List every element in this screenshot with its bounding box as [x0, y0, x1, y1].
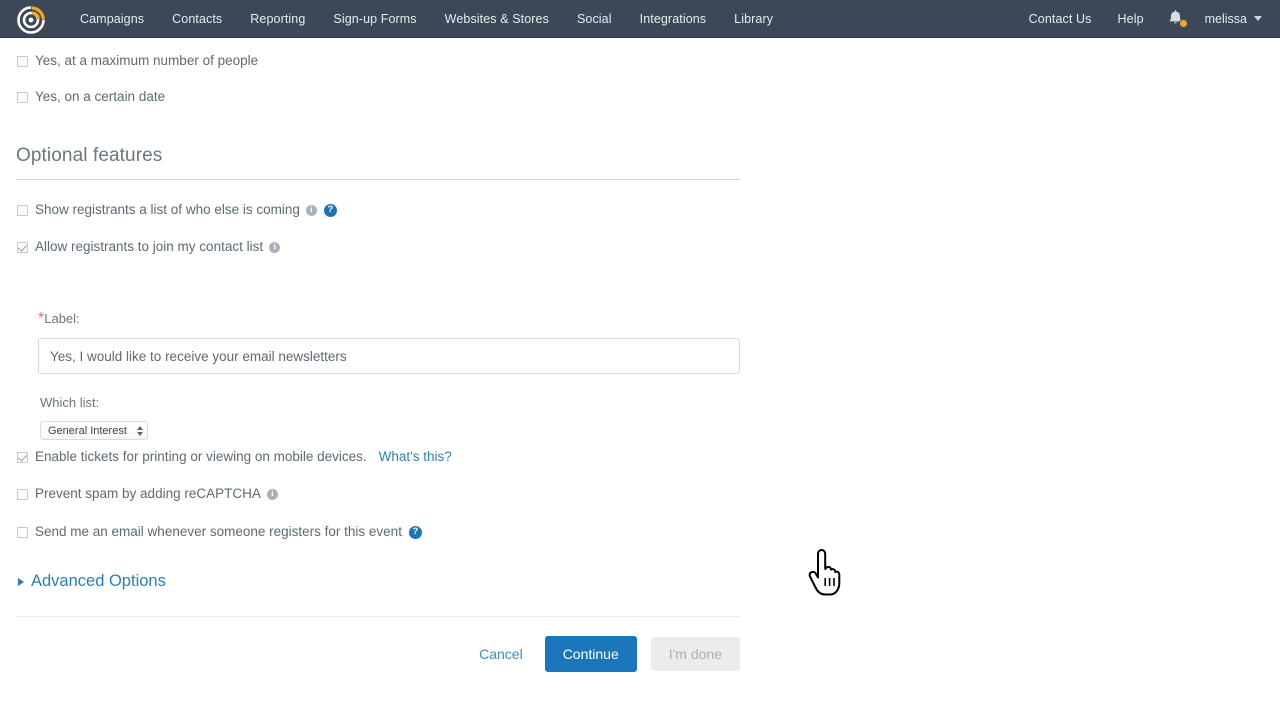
show-registrants-row: Show registrants a list of who else is c…	[17, 201, 337, 219]
info-icon[interactable]: i	[266, 488, 278, 500]
enable-tickets-checkbox[interactable]	[17, 451, 28, 463]
nav-item-integrations[interactable]: Integrations	[626, 0, 721, 38]
allow-join-contact-list-checkbox[interactable]	[17, 241, 28, 253]
option-certain-date-row: Yes, on a certain date	[17, 88, 165, 106]
nav-item-contacts[interactable]: Contacts	[158, 0, 236, 38]
notification-bell-icon[interactable]	[1163, 6, 1189, 32]
primary-nav-links: Campaigns Contacts Reporting Sign-up For…	[66, 0, 787, 38]
nav-item-social[interactable]: Social	[563, 0, 626, 38]
select-arrows-icon	[136, 425, 143, 436]
email-notification-checkbox[interactable]	[17, 526, 28, 538]
option-max-people-row: Yes, at a maximum number of people	[17, 52, 258, 70]
enable-tickets-row: Enable tickets for printing or viewing o…	[17, 448, 452, 466]
info-icon[interactable]: i	[305, 204, 317, 216]
im-done-button[interactable]: I'm done	[650, 637, 740, 671]
chevron-down-icon	[1254, 16, 1262, 21]
top-navigation-bar: Campaigns Contacts Reporting Sign-up For…	[0, 0, 1280, 38]
nav-item-library[interactable]: Library	[720, 0, 787, 38]
label-text-input[interactable]	[38, 338, 740, 374]
nav-item-campaigns[interactable]: Campaigns	[66, 0, 158, 38]
option-max-people-label[interactable]: Yes, at a maximum number of people	[35, 52, 258, 70]
nav-item-help[interactable]: Help	[1105, 0, 1157, 38]
event-registration-form-page: Yes, at a maximum number of people Yes, …	[0, 38, 1280, 720]
nav-item-reporting[interactable]: Reporting	[236, 0, 319, 38]
option-max-people-checkbox[interactable]	[17, 55, 28, 67]
label-field-caption: *Label:	[38, 310, 80, 328]
show-registrants-checkbox[interactable]	[17, 204, 28, 216]
info-icon[interactable]: i	[269, 241, 281, 253]
option-certain-date-label[interactable]: Yes, on a certain date	[35, 88, 165, 106]
enable-tickets-label[interactable]: Enable tickets for printing or viewing o…	[35, 448, 367, 466]
section-divider	[16, 179, 740, 180]
help-circle-icon[interactable]: ?	[323, 203, 337, 217]
recaptcha-checkbox[interactable]	[17, 488, 28, 500]
user-name: melissa	[1204, 11, 1247, 26]
cancel-button[interactable]: Cancel	[465, 638, 537, 670]
which-list-select[interactable]: General Interest	[40, 421, 148, 440]
help-circle-icon[interactable]: ?	[408, 525, 422, 539]
option-certain-date-checkbox[interactable]	[17, 91, 28, 103]
which-list-selected-value: General Interest	[48, 424, 127, 437]
constant-contact-logo-icon[interactable]	[14, 1, 50, 37]
advanced-options-toggle[interactable]: Advanced Options	[18, 572, 166, 591]
user-account-menu[interactable]: melissa	[1197, 12, 1268, 26]
whats-this-link[interactable]: What's this?	[379, 448, 452, 466]
advanced-options-label: Advanced Options	[31, 572, 166, 590]
nav-item-contact-us[interactable]: Contact Us	[1016, 0, 1105, 38]
allow-join-contact-list-row: Allow registrants to join my contact lis…	[17, 238, 281, 256]
recaptcha-row: Prevent spam by adding reCAPTCHA i	[17, 485, 278, 503]
notification-badge	[1178, 18, 1188, 28]
triangle-right-icon	[18, 577, 24, 586]
form-actions: Cancel Continue I'm done	[380, 636, 740, 672]
secondary-nav-links: Contact Us Help melissa	[1016, 0, 1280, 38]
show-registrants-label[interactable]: Show registrants a list of who else is c…	[35, 201, 300, 219]
recaptcha-label[interactable]: Prevent spam by adding reCAPTCHA	[35, 485, 261, 503]
pointer-hand-cursor	[805, 548, 847, 603]
which-list-label: Which list:	[40, 395, 100, 410]
label-field-label: Label:	[44, 311, 80, 326]
continue-button[interactable]: Continue	[544, 636, 637, 672]
optional-features-heading: Optional features	[16, 145, 163, 166]
actions-divider	[16, 616, 740, 617]
email-notification-label[interactable]: Send me an email whenever someone regist…	[35, 523, 402, 541]
nav-item-signup-forms[interactable]: Sign-up Forms	[319, 0, 430, 38]
email-notification-row: Send me an email whenever someone regist…	[17, 523, 422, 541]
nav-item-websites-stores[interactable]: Websites & Stores	[431, 0, 563, 38]
allow-join-contact-list-label[interactable]: Allow registrants to join my contact lis…	[35, 238, 263, 256]
